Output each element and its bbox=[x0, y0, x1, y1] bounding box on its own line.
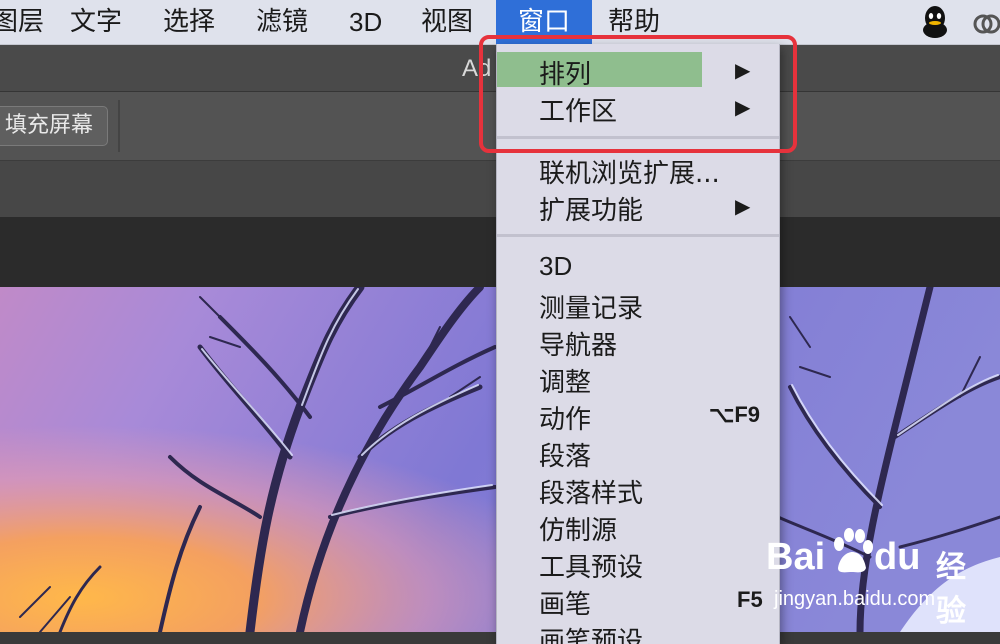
creative-cloud-icon[interactable] bbox=[972, 8, 1000, 38]
menu-item-label: 扩展功能 bbox=[539, 196, 644, 226]
menu-item-label: 工具预设 bbox=[539, 553, 644, 583]
watermark-brand-cn: 经验 bbox=[936, 550, 966, 629]
menu-item-tool-presets[interactable]: 工具预设 bbox=[497, 544, 779, 583]
fill-screen-button[interactable]: 填充屏幕 bbox=[0, 106, 109, 146]
watermark-url: jingyan.baidu.com bbox=[774, 588, 936, 610]
menu-item-measurement-log[interactable]: 测量记录 bbox=[497, 285, 779, 324]
menu-item-3d[interactable]: 3D bbox=[497, 248, 779, 285]
menu-view[interactable]: 视图 bbox=[421, 0, 473, 44]
menu-item-label: 测量记录 bbox=[539, 294, 644, 324]
menu-item-label: 导航器 bbox=[539, 331, 618, 361]
baidu-jingyan-watermark: Bai du 经验 jingyan.baidu.com bbox=[766, 520, 986, 629]
menu-item-shortcut: F5 bbox=[737, 587, 763, 612]
menu-3d[interactable]: 3D bbox=[349, 0, 382, 44]
menu-type[interactable]: 文字 bbox=[70, 0, 122, 44]
menu-item-clone-source[interactable]: 仿制源 bbox=[497, 507, 779, 546]
menu-item-navigator[interactable]: 导航器 bbox=[497, 322, 779, 361]
menu-separator bbox=[497, 234, 779, 237]
annotation-highlight-box bbox=[479, 35, 797, 153]
menu-layer[interactable]: 图层 bbox=[0, 0, 44, 44]
submenu-arrow-icon: ▶ bbox=[735, 194, 751, 218]
menu-item-paragraph[interactable]: 段落 bbox=[497, 433, 779, 472]
menu-item-brush[interactable]: 画笔 F5 bbox=[497, 581, 779, 620]
menu-item-label: 动作 bbox=[539, 405, 592, 435]
menu-item-browse-extensions-online[interactable]: 联机浏览扩展... bbox=[497, 150, 779, 189]
menu-item-label: 画笔预设 bbox=[539, 627, 644, 644]
menu-item-label: 段落样式 bbox=[539, 479, 644, 509]
baidu-paw-icon bbox=[834, 528, 873, 573]
menu-item-extensions[interactable]: 扩展功能 ▶ bbox=[497, 187, 779, 226]
menu-item-brush-presets[interactable]: 画笔预设 bbox=[497, 618, 779, 644]
menu-item-shortcut: ⌥F9 bbox=[709, 402, 761, 427]
menu-item-label: 画笔 bbox=[539, 590, 592, 620]
menu-item-label: 3D bbox=[539, 251, 573, 281]
options-divider bbox=[118, 100, 120, 152]
menu-item-adjustments[interactable]: 调整 bbox=[497, 359, 779, 398]
watermark-brand-left: Bai bbox=[766, 536, 826, 578]
qq-icon[interactable] bbox=[917, 4, 953, 40]
menu-item-label: 仿制源 bbox=[539, 516, 618, 546]
watermark-brand-right: du bbox=[874, 536, 921, 578]
menu-filter[interactable]: 滤镜 bbox=[256, 0, 308, 44]
menu-item-actions[interactable]: 动作 ⌥F9 bbox=[497, 396, 779, 435]
menu-select[interactable]: 选择 bbox=[163, 0, 215, 44]
menu-item-paragraph-styles[interactable]: 段落样式 bbox=[497, 470, 779, 509]
menu-item-label: 联机浏览扩展... bbox=[539, 159, 720, 189]
menu-item-label: 调整 bbox=[539, 368, 592, 398]
menu-item-label: 段落 bbox=[539, 442, 592, 472]
